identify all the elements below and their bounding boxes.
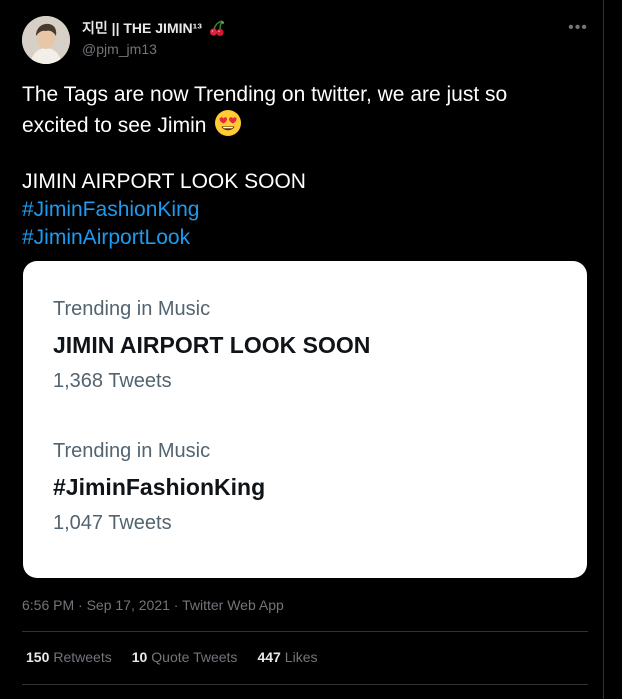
more-options-icon[interactable]: ••• [566, 18, 590, 38]
trend-title: JIMIN AIRPORT LOOK SOON [53, 332, 371, 358]
trend-title: #JiminFashionKing [53, 474, 266, 500]
hashtag-link[interactable]: #JiminAirportLook [22, 224, 582, 252]
meta-separator: · [169, 597, 183, 613]
heart-eyes-emoji-icon [215, 110, 242, 136]
cherry-icon [209, 20, 225, 36]
retweets-count: 150 [26, 649, 50, 665]
quote-tweets-label: Quote Tweets [151, 649, 238, 665]
divider [22, 684, 588, 685]
likes-label: Likes [284, 649, 318, 665]
likes-stat[interactable]: 447 Likes [257, 649, 317, 665]
tweet-meta: 6:56 PM · Sep 17, 2021 · Twitter Web App [22, 597, 284, 613]
divider [22, 631, 588, 632]
tweet-card: 지민 || THE JIMIN¹³ @pjm_jm13 ••• The Tags… [0, 0, 604, 699]
author-handle[interactable]: @pjm_jm13 [82, 41, 157, 57]
trend-tweet-count: 1,368 Tweets [53, 370, 172, 392]
tweet-text-line-with-emoji: excited to see Jimin [22, 109, 582, 140]
tweet-source[interactable]: Twitter Web App [182, 597, 284, 613]
tweet-text: The Tags are now Trending on twitter, we… [22, 81, 582, 252]
trend-tweet-count: 1,047 Tweets [53, 512, 172, 534]
trends-image-card[interactable]: Trending in Music JIMIN AIRPORT LOOK SOO… [23, 261, 587, 578]
tweet-text-line: The Tags are now Trending on twitter, we… [22, 83, 508, 106]
quote-tweets-stat[interactable]: 10 Quote Tweets [132, 649, 238, 665]
likes-count: 447 [257, 649, 281, 665]
author-name-text: 지민 || THE JIMIN¹³ [82, 20, 202, 36]
retweets-label: Retweets [53, 649, 112, 665]
trend-context: Trending in Music [53, 440, 211, 462]
trend-item: Trending in Music #JiminFashionKing 1,04… [53, 439, 553, 535]
tweet-stats: 150 Retweets 10 Quote Tweets 447 Likes [26, 649, 317, 665]
tweet-text-line: excited to see Jimin [22, 114, 207, 137]
avatar-image [22, 16, 70, 64]
trend-item: Trending in Music JIMIN AIRPORT LOOK SOO… [53, 297, 553, 393]
hashtag-link[interactable]: #JiminFashionKing [22, 196, 582, 224]
tweet-text-spacer [22, 140, 582, 168]
author-name[interactable]: 지민 || THE JIMIN¹³ [82, 18, 226, 38]
tweet-date[interactable]: Sep 17, 2021 [87, 597, 170, 613]
tweet-time[interactable]: 6:56 PM [22, 597, 74, 613]
meta-separator: · [74, 597, 87, 613]
trend-context: Trending in Music [53, 298, 211, 320]
retweets-stat[interactable]: 150 Retweets [26, 649, 112, 665]
avatar[interactable] [22, 16, 70, 64]
quote-tweets-count: 10 [131, 649, 148, 665]
tweet-text-line: JIMIN AIRPORT LOOK SOON [22, 170, 306, 193]
